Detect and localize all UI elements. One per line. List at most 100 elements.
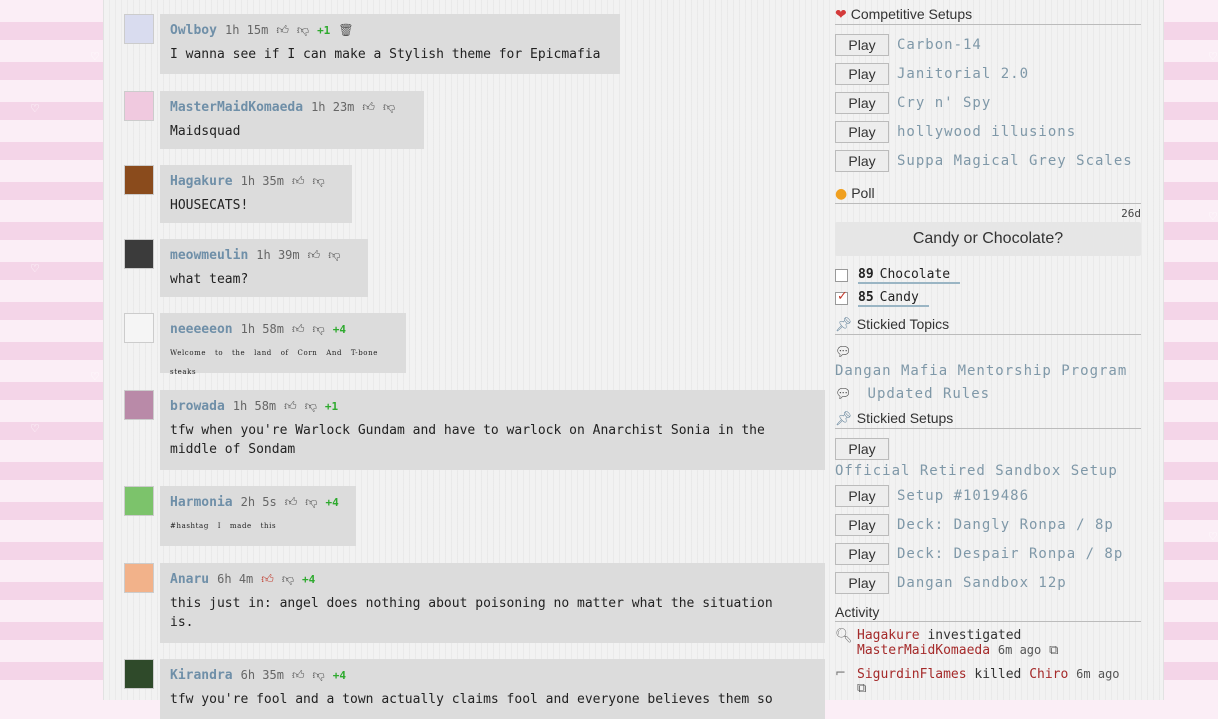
activity-header: Activity bbox=[835, 603, 1141, 622]
username-link[interactable]: neeeeeon bbox=[170, 322, 233, 337]
topic-row: 💬︎ Updated Rules bbox=[835, 382, 990, 406]
activity-actor-link[interactable]: SigurdinFlames bbox=[857, 667, 967, 682]
trash-icon[interactable]: 🗑︎ bbox=[338, 23, 353, 37]
poll-option[interactable]: 89 Chocolate bbox=[835, 265, 961, 285]
pin-icon: 📌︎ bbox=[835, 317, 853, 333]
play-button[interactable]: Play bbox=[835, 514, 889, 536]
poll-option-label: Candy bbox=[879, 289, 919, 305]
message-text: this just in: angel does nothing about p… bbox=[170, 596, 781, 630]
play-button[interactable]: Play bbox=[835, 438, 889, 460]
thumbs-up-icon[interactable]: 👍︎ bbox=[362, 100, 375, 115]
heart-decoration-icon: ♡ bbox=[90, 370, 100, 383]
magnifier-icon: 🔍︎ bbox=[835, 628, 853, 644]
activity-time: 6m ago bbox=[997, 643, 1042, 657]
external-link-icon[interactable]: ⧉ bbox=[857, 681, 866, 696]
activity-verb: investigated bbox=[927, 628, 1022, 643]
topic-link[interactable]: Updated Rules bbox=[868, 386, 991, 402]
thumbs-down-icon[interactable]: 👎︎ bbox=[313, 668, 325, 683]
setup-row: Play Deck: Dangly Ronpa / 8p bbox=[835, 513, 1114, 537]
setup-row: Play Suppa Magical Grey Scales bbox=[835, 149, 1133, 173]
timestamp: 2h 5s bbox=[240, 495, 277, 509]
thumbs-up-icon[interactable]: 👍︎ bbox=[308, 248, 321, 263]
thumbs-down-icon[interactable]: 👎︎ bbox=[282, 572, 294, 587]
avatar[interactable] bbox=[124, 239, 154, 269]
timestamp: 1h 23m bbox=[311, 100, 355, 114]
avatar[interactable] bbox=[124, 563, 154, 593]
thumbs-up-active-icon[interactable]: 👍︎ bbox=[261, 572, 274, 587]
message-bubble: neeeeeon 1h 58m 👍︎ 👎︎ +4 Welcome to the … bbox=[160, 313, 406, 376]
username-link[interactable]: browada bbox=[170, 399, 225, 414]
play-button[interactable]: Play bbox=[835, 63, 889, 85]
timestamp: 1h 58m bbox=[240, 322, 284, 336]
timestamp: 6h 4m bbox=[217, 572, 254, 586]
play-button[interactable]: Play bbox=[835, 34, 889, 56]
setup-link[interactable]: Deck: Dangly Ronpa / 8p bbox=[897, 517, 1114, 533]
avatar[interactable] bbox=[124, 91, 154, 121]
activity-target-link[interactable]: MasterMaidKomaeda bbox=[857, 643, 990, 658]
setup-link[interactable]: Deck: Despair Ronpa / 8p bbox=[897, 546, 1123, 562]
avatar[interactable] bbox=[124, 313, 154, 343]
setup-row: Play Dangan Sandbox 12p bbox=[835, 571, 1067, 595]
username-link[interactable]: Anaru bbox=[170, 572, 209, 587]
thumbs-up-icon[interactable]: 👍︎ bbox=[292, 668, 305, 683]
play-button[interactable]: Play bbox=[835, 121, 889, 143]
thumbs-up-icon[interactable]: 👍︎ bbox=[284, 399, 297, 414]
play-button[interactable]: Play bbox=[835, 572, 889, 594]
poll-checkbox[interactable]: ✓ bbox=[835, 288, 848, 305]
avatar[interactable] bbox=[124, 486, 154, 516]
thumbs-down-icon[interactable]: 👎︎ bbox=[313, 322, 325, 337]
thumbs-down-icon[interactable]: 👎︎ bbox=[313, 174, 325, 189]
username-link[interactable]: Owlboy bbox=[170, 23, 217, 38]
activity-verb: killed bbox=[974, 667, 1022, 682]
setup-link[interactable]: Cry n' Spy bbox=[897, 95, 991, 111]
message-text: #hashtag I made this bbox=[170, 522, 277, 530]
heart-decoration-icon: ♡ bbox=[30, 102, 40, 115]
thumbs-down-icon[interactable]: 👎︎ bbox=[328, 248, 340, 263]
activity-actor-link[interactable]: Hagakure bbox=[857, 628, 920, 643]
setup-link[interactable]: Suppa Magical Grey Scales bbox=[897, 153, 1133, 169]
check-icon: ✓ bbox=[837, 288, 848, 304]
thumbs-down-icon[interactable]: 👎︎ bbox=[383, 100, 395, 115]
avatar[interactable] bbox=[124, 659, 154, 689]
username-link[interactable]: meowmeulin bbox=[170, 248, 248, 263]
thumbs-up-icon[interactable]: 👍︎ bbox=[292, 174, 305, 189]
poll-option[interactable]: ✓ 85 Candy bbox=[835, 288, 929, 308]
username-link[interactable]: Hagakure bbox=[170, 174, 233, 189]
play-button[interactable]: Play bbox=[835, 150, 889, 172]
setup-link[interactable]: Official Retired Sandbox Setup bbox=[835, 463, 1118, 479]
thumbs-up-icon[interactable]: 👍︎ bbox=[292, 322, 305, 337]
avatar[interactable] bbox=[124, 390, 154, 420]
setup-link[interactable]: Dangan Sandbox 12p bbox=[897, 575, 1067, 591]
username-link[interactable]: Kirandra bbox=[170, 668, 233, 683]
setup-link[interactable]: hollywood illusions bbox=[897, 124, 1076, 140]
avatar[interactable] bbox=[124, 165, 154, 195]
play-button[interactable]: Play bbox=[835, 485, 889, 507]
thumbs-down-icon[interactable]: 👎︎ bbox=[305, 399, 317, 414]
message-text: HOUSECATS! bbox=[170, 198, 249, 213]
setup-link[interactable]: Carbon-14 bbox=[897, 37, 982, 53]
avatar[interactable] bbox=[124, 14, 154, 44]
vote-score: +4 bbox=[332, 668, 346, 682]
gun-icon: ⌐ bbox=[835, 666, 846, 681]
setup-link[interactable]: Janitorial 2.0 bbox=[897, 66, 1029, 82]
thumbs-down-icon[interactable]: 👎︎ bbox=[297, 23, 309, 38]
topic-row: Dangan Mafia Mentorship Program bbox=[835, 359, 1127, 383]
thumbs-up-icon[interactable]: 👍︎ bbox=[285, 495, 298, 510]
thumbs-up-icon[interactable]: 👍︎ bbox=[276, 23, 289, 38]
message-text: I wanna see if I can make a Stylish them… bbox=[170, 47, 601, 62]
topic-link[interactable]: Dangan Mafia Mentorship Program bbox=[835, 363, 1127, 379]
setup-row: Play hollywood illusions bbox=[835, 120, 1076, 144]
external-link-icon[interactable]: ⧉ bbox=[1049, 643, 1058, 658]
play-button[interactable]: Play bbox=[835, 92, 889, 114]
activity-target-link[interactable]: Chiro bbox=[1029, 667, 1068, 682]
poll-count: 89 bbox=[858, 266, 874, 282]
setup-link[interactable]: Setup #1019486 bbox=[897, 488, 1029, 504]
username-link[interactable]: Harmonia bbox=[170, 495, 233, 510]
message-text: tfw when you're Warlock Gundam and have … bbox=[170, 423, 773, 457]
username-link[interactable]: MasterMaidKomaeda bbox=[170, 100, 303, 115]
poll-checkbox[interactable] bbox=[835, 268, 848, 282]
setup-row: Play Deck: Despair Ronpa / 8p bbox=[835, 542, 1123, 566]
thumbs-down-icon[interactable]: 👎︎ bbox=[305, 495, 317, 510]
main-page: Owlboy 1h 15m 👍︎ 👎︎ +1 🗑︎ I wanna see if… bbox=[103, 0, 1164, 719]
play-button[interactable]: Play bbox=[835, 543, 889, 565]
